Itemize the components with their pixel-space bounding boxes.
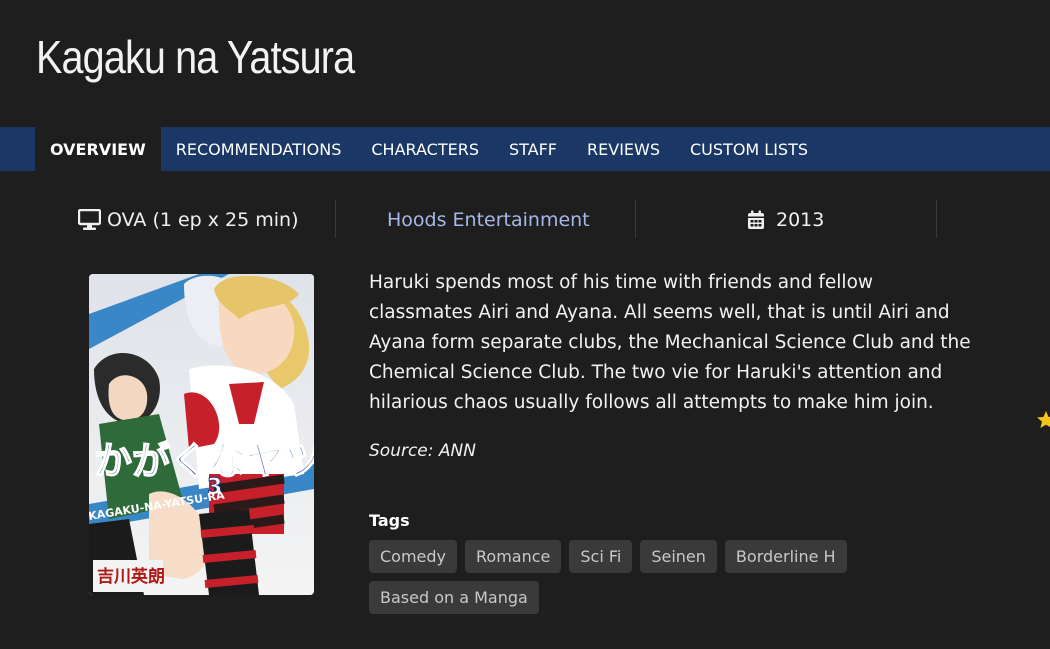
synopsis-source: Source: ANN	[369, 441, 476, 461]
synopsis: Haruki spends most of his time with frie…	[369, 272, 971, 413]
divider	[936, 200, 937, 238]
tag-based-on-a-manga[interactable]: Based on a Manga	[369, 581, 539, 614]
cover-title-art: かがくなヤツら	[94, 439, 314, 483]
tab-bar: OVERVIEW RECOMMENDATIONS CHARACTERS STAF…	[0, 127, 1050, 171]
page-title: Kagaku na Yatsura	[36, 31, 355, 83]
tag-borderline-h[interactable]: Borderline H	[724, 540, 847, 573]
tag-romance[interactable]: Romance	[465, 540, 562, 573]
tab-overview[interactable]: OVERVIEW	[35, 127, 161, 171]
media-type: OVA (1 ep x 25 min)	[78, 200, 299, 240]
tag-seinen[interactable]: Seinen	[640, 540, 717, 573]
studio-link[interactable]: Hoods Entertainment	[387, 200, 590, 240]
info-bar: OVA (1 ep x 25 min) Hoods Entertainment …	[0, 200, 1050, 428]
tab-custom-lists[interactable]: CUSTOM LISTS	[675, 127, 823, 171]
tab-staff[interactable]: STAFF	[494, 127, 572, 171]
tab-reviews[interactable]: REVIEWS	[572, 127, 675, 171]
star-icon	[1037, 411, 1050, 428]
calendar-icon	[748, 210, 764, 229]
cover-illustration: かがくなヤツら 3 KAGAKU-NA-YATSU-RA 吉川英朗	[89, 274, 314, 595]
monitor-icon	[78, 209, 101, 230]
release-year: 2013	[747, 200, 824, 240]
cover-author: 吉川英朗	[97, 566, 165, 587]
tag-comedy[interactable]: Comedy	[369, 540, 458, 573]
tab-bar-spacer	[0, 127, 35, 171]
tab-recommendations[interactable]: RECOMMENDATIONS	[161, 127, 357, 171]
divider	[635, 200, 636, 238]
tags-heading: Tags	[369, 511, 410, 530]
tag-sci-fi[interactable]: Sci Fi	[569, 540, 633, 573]
release-year-label: 2013	[776, 209, 825, 231]
media-type-label: OVA (1 ep x 25 min)	[107, 209, 299, 231]
cover-image: かがくなヤツら 3 KAGAKU-NA-YATSU-RA 吉川英朗	[89, 274, 314, 595]
tab-characters[interactable]: CHARACTERS	[356, 127, 494, 171]
divider	[335, 200, 336, 238]
tag-list: Comedy Romance Sci Fi Seinen Borderline …	[369, 540, 889, 614]
